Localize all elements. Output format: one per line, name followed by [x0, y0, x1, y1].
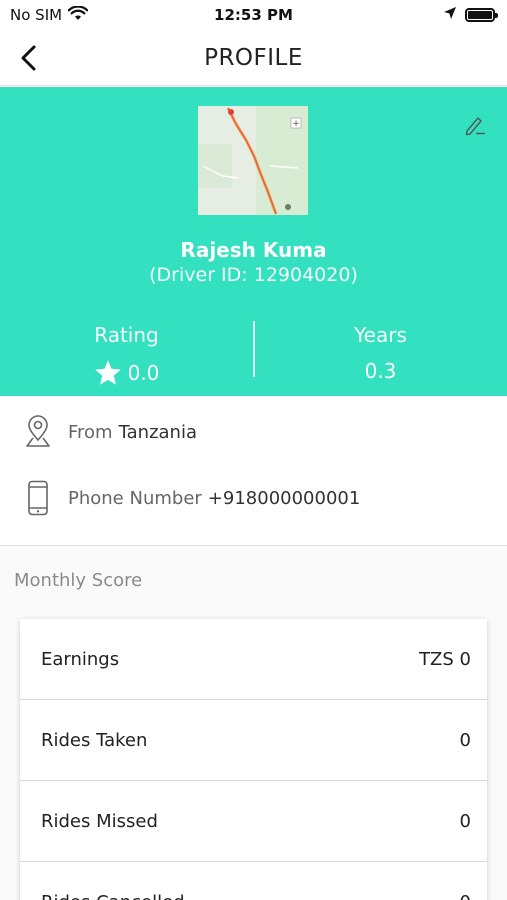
phone-label: Phone Number: [68, 487, 202, 509]
back-arrow-icon: [21, 45, 36, 71]
monthly-score-title: Monthly Score: [14, 570, 143, 591]
from-label: From: [68, 421, 113, 443]
edit-pencil-icon: [465, 117, 485, 136]
rating-value-row: 0.0: [0, 359, 253, 386]
phone-icon: [20, 480, 56, 516]
from-value: Tanzania: [118, 421, 197, 443]
years-stat: Years 0.3: [254, 323, 507, 383]
page-title: PROFILE: [204, 44, 303, 71]
monthly-score-section: Monthly Score Earnings TZS 0 Rides Taken…: [0, 546, 507, 900]
score-row-label: Rides Taken: [41, 729, 148, 751]
monthly-score-card: Earnings TZS 0 Rides Taken 0 Rides Misse…: [20, 619, 487, 900]
wifi-icon: [67, 4, 89, 25]
edit-profile-button[interactable]: [461, 111, 489, 139]
score-row-label: Rides Missed: [41, 810, 158, 832]
phone-row: Phone Number +918000000001: [0, 473, 507, 523]
driver-name: Rajesh Kuma: [180, 238, 327, 262]
years-value: 0.3: [364, 359, 397, 383]
profile-hero: + Rajesh Kuma (Driver ID: 12904020) Rati…: [0, 87, 507, 396]
rating-stat: Rating 0.0: [0, 323, 253, 386]
carrier-label: No SIM: [10, 6, 63, 24]
score-row-earnings: Earnings TZS 0: [20, 619, 487, 700]
score-row-value: 0: [459, 729, 471, 751]
status-left: No SIM: [10, 4, 89, 25]
star-icon: [94, 360, 121, 385]
profile-photo[interactable]: +: [198, 106, 308, 215]
phone-value: +918000000001: [207, 487, 361, 509]
score-row-value: 0: [460, 892, 471, 900]
score-row-value: 0: [459, 810, 471, 832]
score-row-rides-cancelled: Rides Cancelled 0: [20, 862, 487, 900]
rating-value: 0.0: [127, 360, 160, 385]
rating-label: Rating: [94, 323, 159, 347]
score-row-rides-taken: Rides Taken 0: [20, 700, 487, 781]
status-bar: No SIM 12:53 PM: [0, 0, 507, 30]
score-row-rides-missed: Rides Missed 0: [20, 781, 487, 862]
score-row-value: TZS 0: [419, 648, 471, 670]
score-row-label: Earnings: [41, 648, 120, 670]
location-arrow-icon: [443, 6, 457, 24]
svg-text:+: +: [292, 119, 300, 129]
years-label: Years: [354, 323, 407, 347]
from-row: From Tanzania: [0, 407, 507, 457]
battery-icon: [465, 8, 498, 22]
status-right: [443, 6, 498, 24]
header: PROFILE: [0, 30, 507, 86]
map-pin-icon: [20, 415, 56, 449]
driver-id: (Driver ID: 12904020): [149, 264, 358, 286]
back-button[interactable]: [8, 38, 48, 78]
score-row-label: Rides Cancelled: [41, 892, 185, 900]
